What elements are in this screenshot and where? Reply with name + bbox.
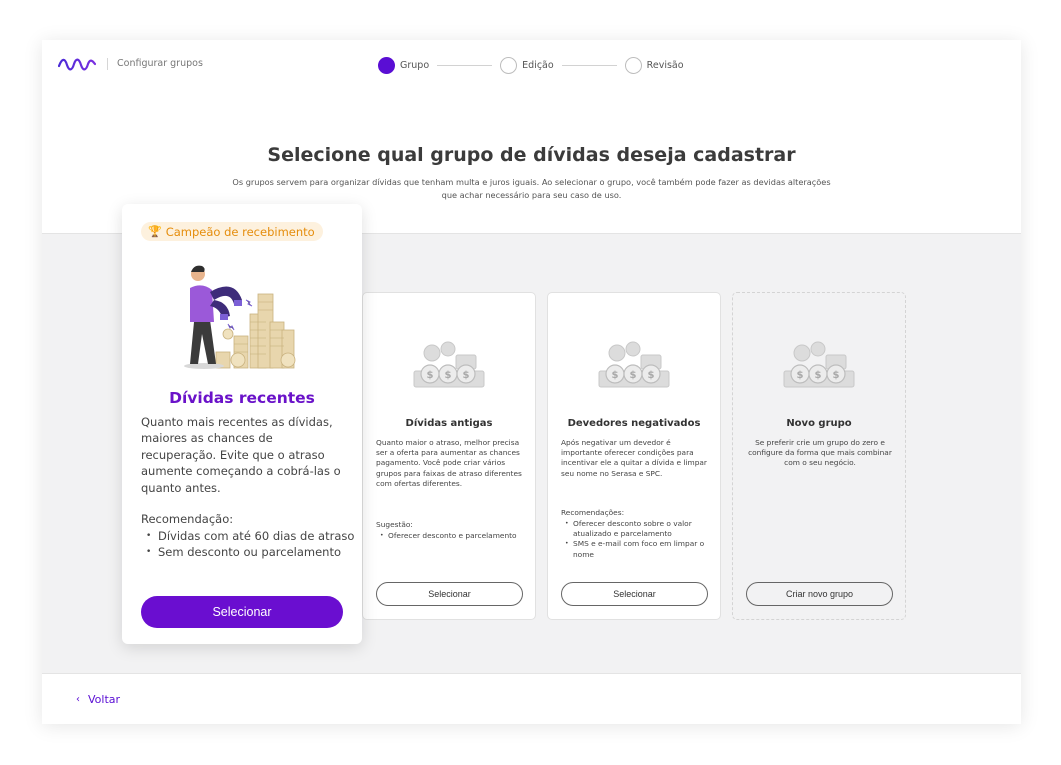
svg-text:$: $ bbox=[797, 370, 804, 381]
chevron-left-icon: ‹ bbox=[76, 694, 80, 705]
card-title: Dívidas recentes bbox=[169, 389, 315, 407]
card-description: Quanto mais recentes as dívidas, maiores… bbox=[141, 415, 341, 495]
card-title: Novo grupo bbox=[786, 418, 852, 429]
card-suggestion-list: Oferecer desconto e parcelamento bbox=[380, 531, 524, 541]
trophy-icon: 🏆 bbox=[148, 225, 162, 238]
magnet-coins-illustration-icon bbox=[184, 265, 296, 369]
svg-text:$: $ bbox=[445, 370, 452, 381]
brand-logo-icon[interactable] bbox=[58, 56, 96, 72]
step-grupo: Grupo bbox=[378, 56, 430, 74]
card-recommendation-list: Oferecer desconto sobre o valor atualiza… bbox=[565, 519, 709, 560]
list-item: Dívidas com até 60 dias de atraso bbox=[146, 528, 356, 545]
champion-badge: 🏆 Campeão de recebimento bbox=[141, 222, 323, 241]
card-description: Se preferir crie um grupo do zero e conf… bbox=[748, 438, 892, 468]
step-dot-icon bbox=[624, 56, 642, 74]
coins-icon: $ $ $ bbox=[598, 341, 670, 388]
back-label: Voltar bbox=[88, 693, 121, 706]
svg-text:$: $ bbox=[630, 370, 637, 381]
list-item: Oferecer desconto e parcelamento bbox=[380, 531, 524, 541]
card-description: Quanto maior o atraso, melhor precisa se… bbox=[376, 438, 522, 488]
coins-icon: $ $ $ bbox=[413, 341, 485, 388]
svg-text:$: $ bbox=[463, 370, 470, 381]
card-suggestion-label: Sugestão: bbox=[376, 520, 413, 529]
list-item: Oferecer desconto sobre o valor atualiza… bbox=[565, 519, 709, 539]
card-description: Após negativar um devedor é importante o… bbox=[561, 438, 707, 478]
header-divider bbox=[107, 58, 108, 70]
step-revisao: Revisão bbox=[624, 56, 684, 74]
step-connector bbox=[437, 64, 493, 66]
coins-icon: $ $ $ bbox=[783, 341, 855, 388]
step-label: Revisão bbox=[646, 59, 684, 71]
app-window: Configurar grupos Grupo Edição Revisão S… bbox=[42, 40, 1021, 724]
back-link[interactable]: ‹ Voltar bbox=[76, 693, 120, 706]
svg-text:$: $ bbox=[833, 370, 840, 381]
stepper: Grupo Edição Revisão bbox=[378, 55, 684, 75]
list-item: SMS e e-mail com foco em limpar o nome bbox=[565, 539, 709, 559]
create-group-button[interactable]: Criar novo grupo bbox=[746, 582, 893, 606]
card-recommendation-list: Dívidas com até 60 dias de atraso Sem de… bbox=[146, 528, 356, 561]
svg-text:$: $ bbox=[612, 370, 619, 381]
top-bar: Configurar grupos Grupo Edição Revisão bbox=[42, 40, 1021, 90]
list-item: Sem desconto ou parcelamento bbox=[146, 544, 356, 561]
svg-text:$: $ bbox=[648, 370, 655, 381]
group-card-dividas-antigas: $ $ $ Dívidas antigas Quanto maior o atras… bbox=[362, 292, 536, 620]
page-title: Selecione qual grupo de dívidas deseja c… bbox=[267, 144, 796, 166]
group-card-devedores-negativados: $ $ $ Devedores negativados Após negativar… bbox=[547, 292, 721, 620]
group-card-dividas-recentes: 🏆 Campeão de recebimento Dívidas recente… bbox=[122, 204, 362, 644]
step-edicao: Edição bbox=[500, 56, 554, 74]
step-dot-icon bbox=[500, 56, 518, 74]
select-button[interactable]: Selecionar bbox=[141, 596, 343, 628]
card-title: Devedores negativados bbox=[567, 418, 701, 429]
select-button[interactable]: Selecionar bbox=[376, 582, 523, 606]
step-label: Grupo bbox=[400, 59, 430, 71]
badge-label: Campeão de recebimento bbox=[165, 224, 315, 239]
group-card-novo-grupo: $ $ $ Novo grupo Se preferir crie um grupo… bbox=[732, 292, 906, 620]
svg-text:$: $ bbox=[815, 370, 822, 381]
breadcrumb: Configurar grupos bbox=[117, 58, 203, 69]
svg-text:$: $ bbox=[427, 370, 434, 381]
step-dot-icon bbox=[378, 56, 395, 74]
page-subtitle: Os grupos servem para organizar dívidas … bbox=[232, 177, 831, 200]
step-connector bbox=[561, 64, 617, 66]
card-recommendation-label: Recomendação: bbox=[141, 512, 234, 526]
card-title: Dívidas antigas bbox=[405, 418, 493, 429]
select-button[interactable]: Selecionar bbox=[561, 582, 708, 606]
card-recommendation-label: Recomendações: bbox=[561, 508, 625, 517]
step-label: Edição bbox=[522, 59, 554, 71]
